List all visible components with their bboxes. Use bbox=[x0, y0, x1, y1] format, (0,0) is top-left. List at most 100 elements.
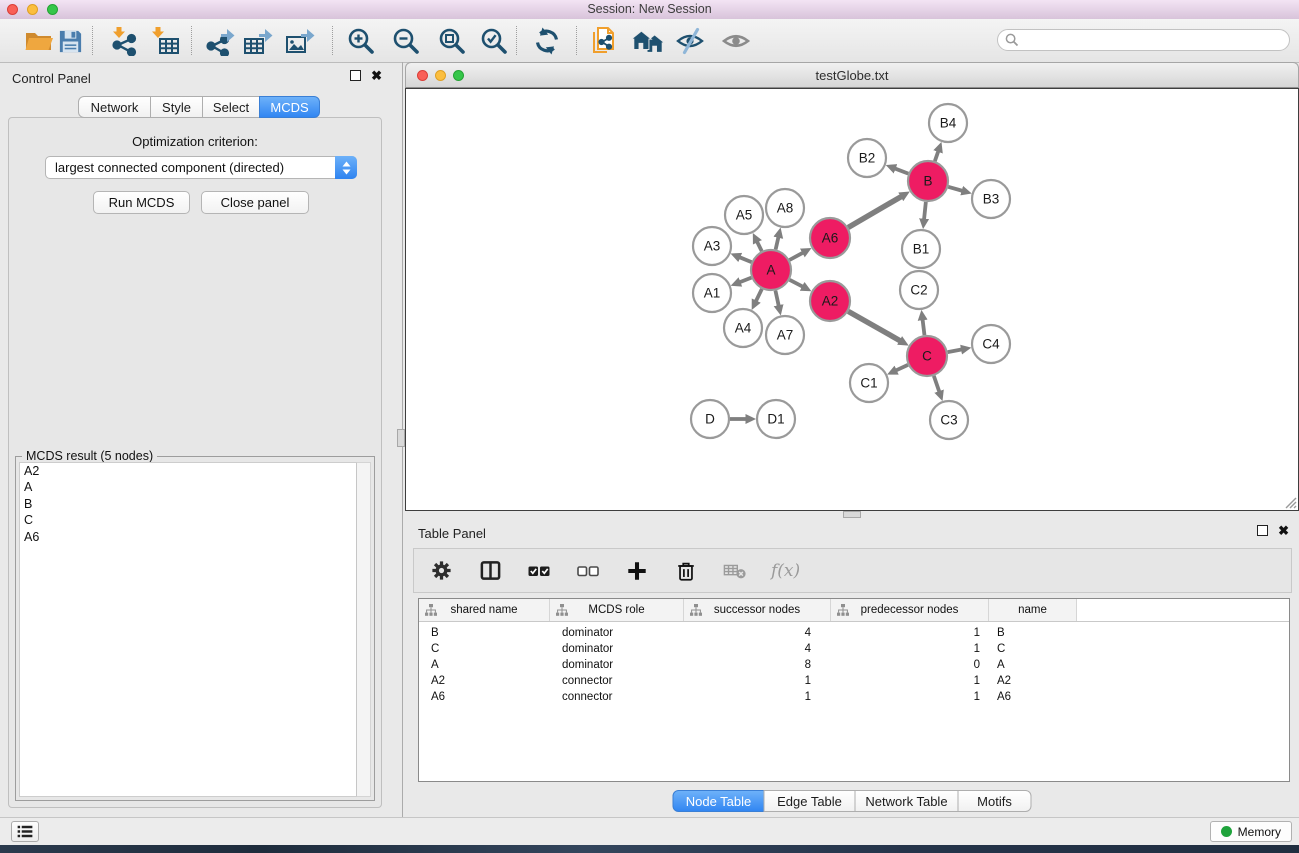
search-field[interactable] bbox=[997, 29, 1290, 51]
graph-node-A4[interactable]: A4 bbox=[724, 309, 762, 347]
tab-edge-table[interactable]: Edge Table bbox=[764, 790, 856, 812]
graph-node-C4[interactable]: C4 bbox=[972, 325, 1010, 363]
tab-select[interactable]: Select bbox=[202, 96, 260, 118]
graph-node-D1[interactable]: D1 bbox=[757, 400, 795, 438]
table-row[interactable]: Cdominator41C bbox=[419, 641, 1289, 657]
graph-edge-A-A4[interactable] bbox=[756, 289, 762, 301]
open-session-icon[interactable] bbox=[22, 24, 56, 58]
graph-node-A7[interactable]: A7 bbox=[766, 316, 804, 354]
graph-node-A1[interactable]: A1 bbox=[693, 274, 731, 312]
mcds-result-list[interactable]: A2ABCA6 bbox=[19, 462, 358, 797]
column-header-shared-name[interactable]: shared name bbox=[419, 599, 550, 621]
export-network-icon[interactable] bbox=[203, 24, 237, 58]
result-item[interactable]: C bbox=[20, 512, 357, 528]
divider-handle[interactable] bbox=[843, 511, 861, 518]
result-item[interactable]: A bbox=[20, 479, 357, 495]
tab-motifs[interactable]: Motifs bbox=[958, 790, 1032, 812]
graph-node-C[interactable]: C bbox=[907, 336, 947, 376]
search-input[interactable] bbox=[1024, 32, 1289, 48]
export-table-icon[interactable] bbox=[241, 24, 275, 58]
graph-edge-A-A7[interactable] bbox=[775, 291, 778, 306]
criterion-select[interactable]: largest connected component (directed) bbox=[45, 156, 357, 179]
import-network-icon[interactable] bbox=[107, 24, 141, 58]
hide-selected-icon[interactable] bbox=[673, 24, 707, 58]
tab-style[interactable]: Style bbox=[150, 96, 203, 118]
task-history-button[interactable] bbox=[11, 821, 39, 842]
divider-handle[interactable] bbox=[397, 429, 405, 447]
tab-node-table[interactable]: Node Table bbox=[673, 790, 765, 812]
memory-button[interactable]: Memory bbox=[1210, 821, 1292, 842]
table-row[interactable]: Bdominator41B bbox=[419, 625, 1289, 641]
graph-node-C3[interactable]: C3 bbox=[930, 401, 968, 439]
delete-row-icon[interactable] bbox=[673, 558, 699, 584]
tab-network[interactable]: Network bbox=[78, 96, 151, 118]
graph-edge-C-C2[interactable] bbox=[923, 320, 925, 335]
network-window-titlebar[interactable]: testGlobe.txt bbox=[405, 62, 1299, 88]
column-header-mcds-role[interactable]: MCDS role bbox=[550, 599, 684, 621]
graph-edge-A-A6[interactable] bbox=[789, 253, 802, 260]
graph-edge-B-B1[interactable] bbox=[924, 202, 926, 219]
zoom-selected-icon[interactable] bbox=[477, 24, 511, 58]
column-header-name[interactable]: name bbox=[989, 599, 1077, 621]
show-columns-icon[interactable] bbox=[477, 558, 503, 584]
close-panel-button[interactable]: Close panel bbox=[201, 191, 309, 214]
result-item[interactable]: B bbox=[20, 496, 357, 512]
export-image-icon[interactable] bbox=[283, 24, 317, 58]
graph-node-B2[interactable]: B2 bbox=[848, 139, 886, 177]
graph-node-A5[interactable]: A5 bbox=[725, 196, 763, 234]
run-mcds-button[interactable]: Run MCDS bbox=[93, 191, 190, 214]
first-neighbors-icon[interactable] bbox=[631, 24, 665, 58]
select-stepper-icon[interactable] bbox=[335, 156, 357, 179]
save-session-icon[interactable] bbox=[53, 24, 87, 58]
tab-network-table[interactable]: Network Table bbox=[855, 790, 959, 812]
table-row[interactable]: Adominator80A bbox=[419, 657, 1289, 673]
close-panel-icon[interactable]: ✖ bbox=[371, 70, 382, 81]
graph-node-D[interactable]: D bbox=[691, 400, 729, 438]
graph-edge-A6-B[interactable] bbox=[848, 197, 901, 228]
zoom-fit-icon[interactable] bbox=[435, 24, 469, 58]
zoom-in-icon[interactable] bbox=[344, 24, 378, 58]
result-item[interactable]: A2 bbox=[20, 463, 357, 479]
import-table-icon[interactable] bbox=[149, 24, 183, 58]
column-header-predecessor-nodes[interactable]: predecessor nodes bbox=[831, 599, 989, 621]
graph-edge-B-B4[interactable] bbox=[935, 151, 938, 161]
column-header-successor-nodes[interactable]: successor nodes bbox=[684, 599, 831, 621]
float-panel-icon[interactable] bbox=[350, 70, 361, 81]
graph-edge-B-B2[interactable] bbox=[895, 169, 908, 174]
graph-edge-B-B3[interactable] bbox=[948, 187, 962, 191]
graph-node-B[interactable]: B bbox=[908, 161, 948, 201]
graph-node-B1[interactable]: B1 bbox=[902, 230, 940, 268]
graph-edge-A-A1[interactable] bbox=[740, 278, 751, 282]
graph-node-C2[interactable]: C2 bbox=[900, 271, 938, 309]
refresh-view-icon[interactable] bbox=[530, 24, 564, 58]
select-all-rows-icon[interactable] bbox=[526, 558, 552, 584]
result-scrollbar[interactable] bbox=[356, 462, 371, 797]
graph-node-A[interactable]: A bbox=[751, 250, 791, 290]
resize-grip-icon[interactable] bbox=[1283, 495, 1297, 509]
destroy-table-icon[interactable] bbox=[722, 558, 748, 584]
function-builder-icon[interactable]: f(x) bbox=[771, 561, 800, 581]
show-all-icon[interactable] bbox=[719, 24, 753, 58]
close-table-panel-icon[interactable]: ✖ bbox=[1278, 525, 1289, 536]
graph-node-B4[interactable]: B4 bbox=[929, 104, 967, 142]
result-item[interactable]: A6 bbox=[20, 529, 357, 545]
column-settings-icon[interactable] bbox=[428, 558, 454, 584]
network-canvas[interactable]: AA1A2A3A4A5A6A7A8BB1B2B3B4CC1C2C3C4DD1 bbox=[405, 88, 1299, 511]
network-graph[interactable]: AA1A2A3A4A5A6A7A8BB1B2B3B4CC1C2C3C4DD1 bbox=[406, 89, 1298, 510]
table-row[interactable]: A6connector11A6 bbox=[419, 689, 1289, 705]
graph-node-A3[interactable]: A3 bbox=[693, 227, 731, 265]
new-network-from-selection-icon[interactable] bbox=[588, 24, 622, 58]
graph-edge-A2-C[interactable] bbox=[848, 311, 900, 340]
graph-edge-C-C4[interactable] bbox=[948, 350, 962, 353]
unselect-all-rows-icon[interactable] bbox=[575, 558, 601, 584]
graph-node-A6[interactable]: A6 bbox=[810, 218, 850, 258]
graph-node-B3[interactable]: B3 bbox=[972, 180, 1010, 218]
graph-node-A8[interactable]: A8 bbox=[766, 189, 804, 227]
graph-node-A2[interactable]: A2 bbox=[810, 281, 850, 321]
graph-edge-A-A5[interactable] bbox=[757, 242, 762, 251]
tab-mcds[interactable]: MCDS bbox=[259, 96, 320, 118]
graph-edge-A-A3[interactable] bbox=[740, 257, 752, 262]
graph-edge-A-A8[interactable] bbox=[776, 237, 779, 249]
add-row-icon[interactable] bbox=[624, 558, 650, 584]
graph-edge-C-C1[interactable] bbox=[896, 365, 908, 370]
